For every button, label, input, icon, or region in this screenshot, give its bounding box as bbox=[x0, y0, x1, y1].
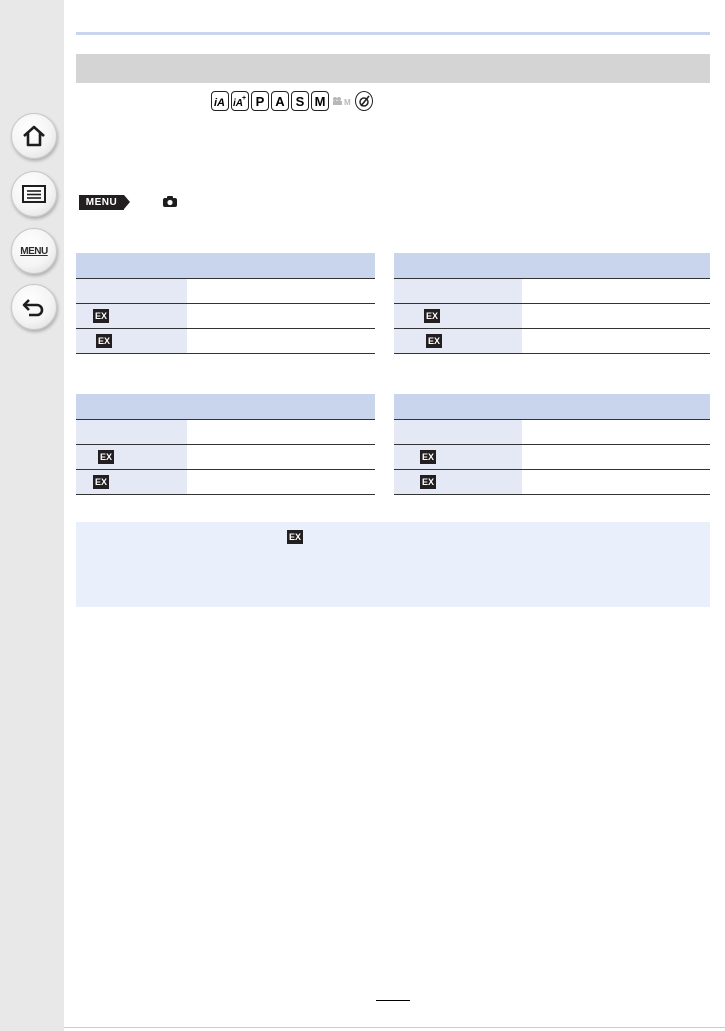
table-cell: EX bbox=[394, 469, 522, 495]
creative-video-mode-icon: M bbox=[331, 91, 353, 111]
bottom-rule bbox=[64, 1027, 725, 1028]
menu-button[interactable]: MENU bbox=[11, 228, 57, 274]
table-header-cell bbox=[76, 394, 187, 420]
table-header-cell bbox=[187, 253, 375, 279]
table-cell bbox=[522, 469, 710, 495]
table-cell bbox=[187, 419, 375, 445]
table-header-row bbox=[76, 253, 375, 279]
extended-zoom-badge: EX bbox=[420, 474, 437, 489]
table-cell bbox=[76, 278, 187, 304]
table-cell bbox=[522, 278, 710, 304]
creative-control-mode-icon bbox=[355, 91, 373, 111]
extended-zoom-badge: EX bbox=[420, 449, 437, 464]
extended-zoom-badge: EX bbox=[96, 333, 113, 348]
section-header-bar bbox=[76, 54, 710, 83]
table-cell: EX bbox=[76, 444, 187, 470]
svg-text:iA: iA bbox=[214, 97, 225, 108]
table-cell bbox=[522, 444, 710, 470]
svg-text:+: + bbox=[242, 95, 246, 102]
table-cell bbox=[187, 444, 375, 470]
table-header-cell bbox=[394, 394, 522, 420]
aperture-priority-mode-icon: A bbox=[271, 91, 289, 111]
table-row: EX bbox=[394, 328, 710, 354]
table-cell: EX bbox=[76, 303, 187, 329]
table-top-left: EX EX bbox=[76, 253, 375, 354]
table-cell bbox=[522, 419, 710, 445]
table-cell: EX bbox=[394, 328, 522, 354]
program-ae-mode-icon: P bbox=[251, 91, 269, 111]
svg-text:M: M bbox=[344, 98, 351, 106]
note-extended-zoom-badge: EX bbox=[287, 528, 304, 546]
table-top-right: EX EX bbox=[394, 253, 710, 354]
table-row: EX bbox=[394, 303, 710, 329]
table-row: EX bbox=[76, 328, 375, 354]
extended-zoom-badge: EX bbox=[98, 449, 115, 464]
table-header-cell bbox=[522, 394, 710, 420]
table-row: EX bbox=[76, 469, 375, 495]
table-row bbox=[76, 419, 375, 445]
table-header-cell bbox=[187, 394, 375, 420]
table-cell bbox=[187, 303, 375, 329]
intelligent-auto-plus-mode-icon: iA + bbox=[231, 91, 249, 111]
table-header-cell bbox=[394, 253, 522, 279]
menu-badge: MENU bbox=[79, 195, 130, 210]
extended-zoom-badge: EX bbox=[424, 308, 441, 323]
table-bottom-right: EX EX bbox=[394, 394, 710, 495]
table-header-row bbox=[394, 253, 710, 279]
home-button[interactable] bbox=[11, 113, 57, 159]
table-cell bbox=[76, 419, 187, 445]
table-cell: EX bbox=[394, 303, 522, 329]
back-arrow-icon bbox=[22, 299, 44, 317]
shutter-priority-mode-icon: S bbox=[291, 91, 309, 111]
table-row bbox=[394, 278, 710, 304]
menu-icon: MENU bbox=[20, 245, 48, 257]
table-row bbox=[394, 419, 710, 445]
extended-zoom-badge: EX bbox=[287, 529, 304, 544]
page-number bbox=[376, 1000, 410, 1001]
applicable-modes: iA iA + P A S M M bbox=[211, 91, 373, 111]
manual-mode-icon: M bbox=[311, 91, 329, 111]
table-header-row bbox=[76, 394, 375, 420]
table-row: EX bbox=[394, 469, 710, 495]
sidebar: MENU bbox=[0, 0, 64, 1031]
table-cell bbox=[187, 278, 375, 304]
table-cell bbox=[522, 303, 710, 329]
table-bottom-left: EX EX bbox=[76, 394, 375, 495]
back-button[interactable] bbox=[11, 284, 57, 330]
table-row: EX bbox=[76, 444, 375, 470]
home-icon bbox=[23, 125, 45, 147]
intelligent-auto-mode-icon: iA bbox=[211, 91, 229, 111]
table-cell: EX bbox=[394, 444, 522, 470]
table-cell: EX bbox=[76, 328, 187, 354]
table-cell bbox=[187, 328, 375, 354]
table-header-row bbox=[394, 394, 710, 420]
top-rule bbox=[76, 32, 710, 35]
table-cell bbox=[394, 278, 522, 304]
table-row: EX bbox=[394, 444, 710, 470]
table-header-cell bbox=[522, 253, 710, 279]
camera-icon bbox=[162, 195, 178, 213]
list-icon bbox=[22, 185, 46, 203]
extended-zoom-badge: EX bbox=[93, 474, 110, 489]
table-row bbox=[76, 278, 375, 304]
table-cell bbox=[394, 419, 522, 445]
extended-zoom-badge: EX bbox=[426, 333, 443, 348]
note-box bbox=[76, 522, 710, 607]
table-cell bbox=[522, 328, 710, 354]
table-cell bbox=[187, 469, 375, 495]
extended-zoom-badge: EX bbox=[93, 308, 110, 323]
table-cell: EX bbox=[76, 469, 187, 495]
table-row: EX bbox=[76, 303, 375, 329]
contents-button[interactable] bbox=[11, 171, 57, 217]
table-header-cell bbox=[76, 253, 187, 279]
